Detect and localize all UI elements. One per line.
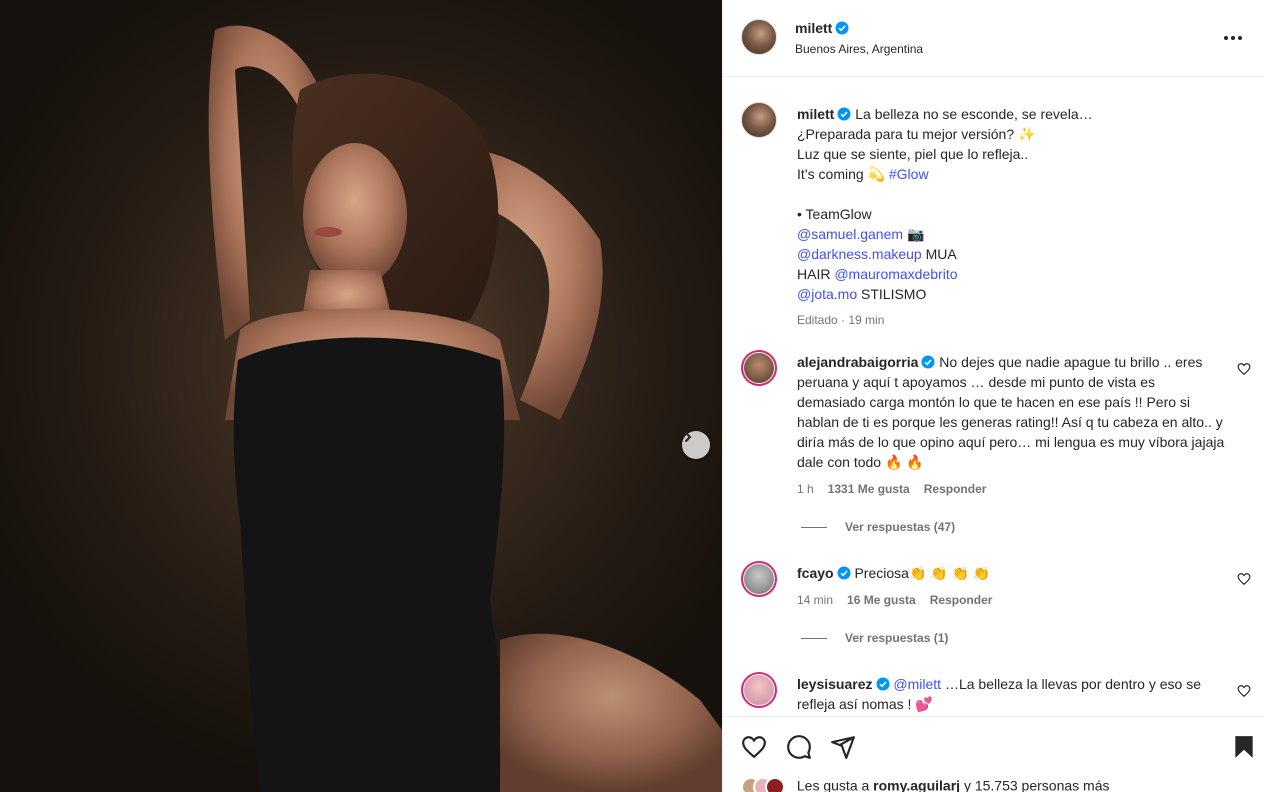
view-replies-button[interactable]: Ver respuestas (1) (801, 631, 948, 645)
author-avatar-caption[interactable] (741, 102, 777, 138)
mention-link[interactable]: @milett (893, 676, 941, 692)
bookmark-icon[interactable] (1231, 734, 1257, 760)
comment-username[interactable]: alejandrabaigorria (797, 354, 918, 370)
reply-button[interactable]: Responder (924, 482, 987, 496)
verified-icon (876, 677, 889, 691)
comment-text: No dejes que nadie apague tu brillo .. e… (797, 354, 1225, 470)
replies-line (801, 637, 827, 639)
mention-link[interactable]: @mauromaxdebrito (834, 266, 957, 282)
comment: leysisuarez @milett …La belleza la lleva… (797, 674, 1225, 714)
post-image[interactable] (0, 0, 722, 792)
mention-link[interactable]: @samuel.ganem (797, 226, 903, 242)
comment-likes[interactable]: 16 Me gusta (847, 593, 916, 607)
caption-line: MUA (925, 246, 957, 262)
photo-illustration (208, 25, 722, 792)
likes-suffix[interactable]: y 15.753 personas más (964, 778, 1110, 792)
heart-icon[interactable] (1237, 362, 1251, 376)
chevron-right-icon (685, 432, 692, 442)
view-replies-label: Ver respuestas (1) (845, 631, 949, 645)
likes-summary: Les gusta a romy.aguilarj y 15.753 perso… (741, 777, 1109, 792)
comment-username[interactable]: leysisuarez (797, 676, 873, 692)
post-caption: milett La belleza no se esconde, se reve… (797, 104, 1237, 330)
view-replies-label: Ver respuestas (47) (845, 520, 956, 534)
author-avatar[interactable] (741, 19, 777, 55)
caption-line: STILISMO (861, 286, 927, 302)
camera-emoji: 📷 (906, 226, 925, 242)
comment-time[interactable]: 14 min (797, 593, 833, 607)
caption-line: La belleza no se esconde, se revela… (855, 106, 1093, 122)
view-replies-button[interactable]: Ver respuestas (47) (801, 520, 955, 534)
comments-section[interactable]: milett La belleza no se esconde, se reve… (723, 78, 1264, 716)
verified-icon (835, 21, 849, 35)
more-options-button[interactable] (1221, 28, 1245, 48)
mention-link[interactable]: @jota.mo (797, 286, 857, 302)
likes-user-link[interactable]: romy.aguilarj (873, 778, 960, 792)
more-icon (1224, 36, 1228, 40)
like-heart-icon[interactable] (741, 734, 767, 760)
comment-icon[interactable] (786, 734, 812, 760)
verified-icon (837, 566, 851, 580)
reply-button[interactable]: Responder (930, 593, 993, 607)
heart-icon[interactable] (1237, 684, 1251, 698)
caption-line: Luz que se siente, piel que lo refleja.. (797, 146, 1029, 162)
comment: fcayo Preciosa👏 👏 👏 👏 14 min 16 Me gusta R… (797, 563, 1237, 610)
likes-prefix: Les gusta a (796, 777, 870, 792)
mention-link[interactable]: @darkness.makeup (797, 246, 922, 262)
comment-meta: 1 h 1331 Me gusta Responder (797, 479, 1225, 499)
replies-line (801, 526, 827, 528)
caption-line: HAIR (797, 266, 831, 282)
comment-text: Preciosa👏 👏 👏 👏 (854, 565, 991, 581)
action-bar: Les gusta a romy.aguilarj y 15.753 perso… (723, 716, 1264, 792)
caption-edited-meta: Editado · 19 min (797, 313, 885, 327)
caption-line: It’s coming 💫 (797, 166, 885, 182)
share-icon[interactable] (830, 734, 856, 760)
more-icon-dot (1238, 36, 1242, 40)
more-icon-dot (1231, 36, 1235, 40)
caption-line: ¿Preparada para tu mejor versión? ✨ (797, 126, 1036, 142)
caption-line: • TeamGlow (797, 206, 872, 222)
post-header: milett Buenos Aires, Argentina (723, 0, 1264, 77)
comment-username[interactable]: fcayo (797, 565, 834, 581)
liker-avatar (765, 777, 785, 792)
post-side-panel: milett Buenos Aires, Argentina milett La… (722, 0, 1264, 792)
verified-icon (837, 107, 851, 121)
verified-icon (921, 355, 935, 369)
heart-icon[interactable] (1237, 572, 1251, 586)
comment-time[interactable]: 1 h (797, 482, 814, 496)
author-username[interactable]: milett (795, 20, 832, 36)
commenter-avatar[interactable] (741, 561, 777, 597)
next-image-button[interactable] (682, 431, 710, 459)
commenter-avatar[interactable] (741, 672, 777, 708)
commenter-avatar[interactable] (741, 350, 777, 386)
caption-username[interactable]: milett (797, 106, 834, 122)
comment-meta: 14 min 16 Me gusta Responder (797, 590, 1237, 610)
hashtag-link[interactable]: #Glow (889, 166, 929, 182)
comment: alejandrabaigorria No dejes que nadie ap… (797, 352, 1225, 499)
comment-likes[interactable]: 1331 Me gusta (828, 482, 910, 496)
post-location[interactable]: Buenos Aires, Argentina (795, 42, 923, 56)
